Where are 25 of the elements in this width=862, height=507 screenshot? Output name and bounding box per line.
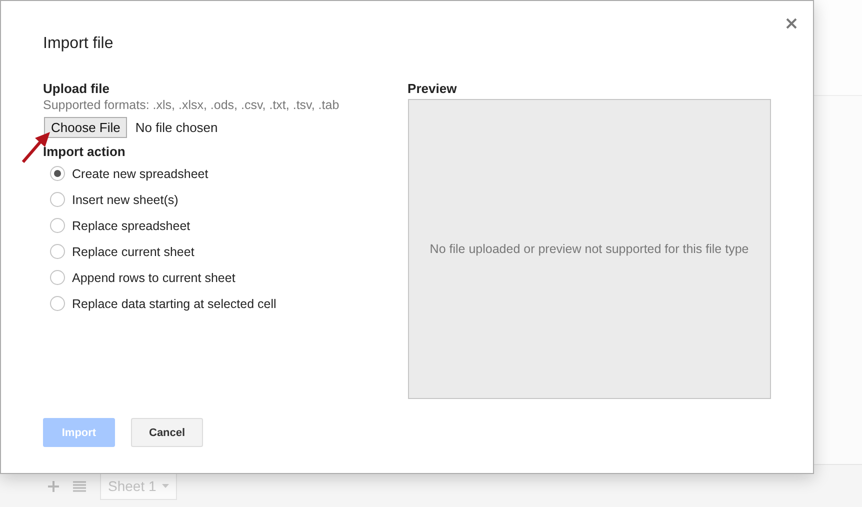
radio-button[interactable] — [50, 296, 65, 311]
caret-icon — [162, 484, 170, 488]
dialog-title: Import file — [43, 35, 114, 53]
preview-message: No file uploaded or preview not supported for this file type — [430, 242, 749, 256]
radio-button[interactable] — [50, 218, 65, 233]
option-label: Append rows to current sheet — [72, 270, 236, 284]
section-heading: Import action — [43, 144, 126, 160]
formats-hint: Supported formats: .xls, .xlsx, .ods, .csv, .txt, .tsv, .tab — [43, 97, 340, 113]
radio-button[interactable] — [50, 166, 65, 181]
choose-file-button[interactable]: Choose File — [44, 117, 128, 138]
option-label: Replace current sheet — [72, 244, 194, 258]
section-heading: Preview — [408, 81, 458, 97]
menu-icon[interactable] — [73, 480, 86, 492]
option-label: Create new spreadsheet — [72, 166, 208, 180]
add-icon[interactable] — [48, 480, 59, 492]
cancel-button[interactable]: Cancel — [131, 418, 204, 447]
option-label: Replace data starting at selected cell — [72, 296, 276, 310]
close-icon[interactable] — [786, 18, 797, 29]
option-label: Insert new sheet(s) — [72, 192, 178, 206]
radio-button[interactable] — [50, 192, 65, 207]
radio-button[interactable] — [50, 244, 65, 259]
radio-button[interactable] — [50, 270, 65, 285]
option-label: Replace spreadsheet — [72, 218, 190, 232]
section-heading: Upload file — [43, 81, 110, 97]
file-status: No file chosen — [135, 120, 218, 135]
